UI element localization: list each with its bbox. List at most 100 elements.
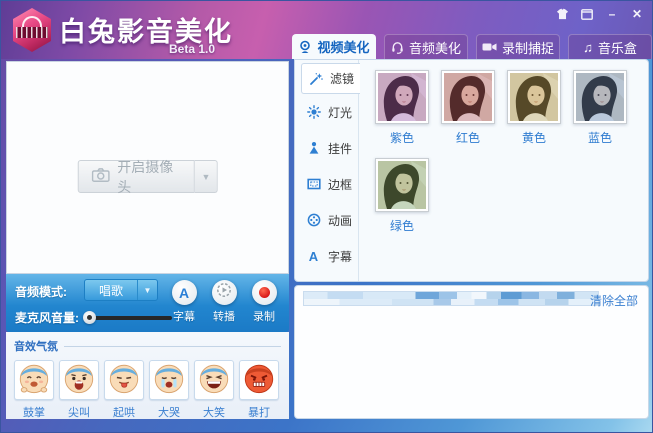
tab-audio-beautify[interactable]: 音频美化 xyxy=(384,34,468,59)
frame-icon xyxy=(306,177,321,191)
menu-item-frame[interactable]: 边框 xyxy=(295,166,358,202)
audio-mode-label: 音频模式: xyxy=(15,283,67,300)
audio-mode-value: 唱歌 xyxy=(85,280,137,300)
laugh-face-icon xyxy=(197,361,231,400)
filter-item-purple[interactable]: 紫色 xyxy=(375,70,429,146)
portrait-thumbnail xyxy=(510,73,558,121)
sfx-clap-button[interactable] xyxy=(14,360,54,400)
menu-item-lighting[interactable]: 灯光 xyxy=(295,94,358,130)
menu-item-label: 挂件 xyxy=(328,140,352,157)
tab-label: 视频美化 xyxy=(317,37,369,56)
headset-icon xyxy=(391,41,404,54)
skin-icon[interactable] xyxy=(555,7,569,21)
main-tabs: 视频美化 音频美化 录制捕捉 ♫ 音乐盒 xyxy=(292,34,652,59)
subtitle-a-icon: A xyxy=(179,285,189,301)
chevron-down-icon: ▼ xyxy=(137,280,157,300)
clear-all-link[interactable]: 清除全部 xyxy=(590,292,638,309)
menu-item-label: 边框 xyxy=(328,176,352,193)
tab-video-beautify[interactable]: 视频美化 xyxy=(292,34,376,59)
slider-knob[interactable] xyxy=(83,311,96,324)
video-beautify-panel: 滤镜 灯光 挂件 边框 xyxy=(294,59,649,282)
webcam-icon xyxy=(298,40,312,54)
menu-item-label: 滤镜 xyxy=(330,70,354,87)
version-label: Beta 1.0 xyxy=(169,42,215,56)
relay-button-label: 转播 xyxy=(213,308,235,324)
sfx-label: 尖叫 xyxy=(68,404,90,420)
sfx-beat-button[interactable] xyxy=(239,360,279,400)
app-logo-icon xyxy=(13,8,51,52)
filter-tint-overlay xyxy=(444,73,492,121)
portrait-thumbnail xyxy=(576,73,624,121)
clap-face-icon xyxy=(17,361,51,400)
camcorder-icon xyxy=(482,41,497,53)
restore-icon[interactable] xyxy=(580,7,594,21)
subtitle-button-label: 字幕 xyxy=(173,308,195,324)
divider xyxy=(64,346,281,347)
menu-item-label: 灯光 xyxy=(328,104,352,121)
portrait-thumbnail xyxy=(378,161,426,209)
close-icon[interactable]: ✕ xyxy=(630,7,644,21)
clip-panel: 清除全部 xyxy=(294,285,649,419)
record-button[interactable] xyxy=(252,280,277,305)
filter-label: 紫色 xyxy=(375,129,429,146)
sound-effects-title: 音效气氛 xyxy=(14,338,58,354)
music-note-icon: ♫ xyxy=(583,40,593,55)
menu-item-label: 动画 xyxy=(328,212,352,229)
audio-action-buttons: A 字幕 转播 录制 xyxy=(169,280,279,324)
camera-preview: 开启摄像头 ▼ xyxy=(6,61,289,274)
filter-label: 黄色 xyxy=(507,129,561,146)
menu-item-pendant[interactable]: 挂件 xyxy=(295,130,358,166)
menu-item-animation[interactable]: 动画 xyxy=(295,202,358,238)
filter-label: 绿色 xyxy=(375,217,429,234)
relay-play-icon xyxy=(216,282,232,303)
menu-item-label: 字幕 xyxy=(328,248,352,265)
filter-item-green[interactable]: 绿色 xyxy=(375,158,429,234)
start-camera-button[interactable]: 开启摄像头 xyxy=(77,160,195,193)
sfx-cry-button[interactable] xyxy=(149,360,189,400)
effect-menu: 滤镜 灯光 挂件 边框 xyxy=(295,60,359,281)
camera-icon xyxy=(91,168,109,185)
sfx-laugh-button[interactable] xyxy=(194,360,234,400)
reel-icon xyxy=(306,213,321,227)
camera-dropdown-button[interactable]: ▼ xyxy=(195,160,218,193)
audio-control-bar: 音频模式: 唱歌 ▼ 麦克风音量: A 字幕 转播 xyxy=(6,274,289,332)
pendant-icon xyxy=(306,141,321,155)
menu-item-subtitles[interactable]: A 字幕 xyxy=(295,238,358,274)
filter-grid: 紫色 红色 黄色 蓝色 xyxy=(375,70,647,234)
mic-volume-slider[interactable] xyxy=(86,316,172,320)
jeer-face-icon xyxy=(107,361,141,400)
record-button-label: 录制 xyxy=(253,308,275,324)
minimize-icon[interactable]: – xyxy=(605,7,619,21)
relay-button[interactable] xyxy=(212,280,237,305)
angry-face-icon xyxy=(242,361,276,400)
portrait-thumbnail xyxy=(378,73,426,121)
sfx-scream-button[interactable] xyxy=(59,360,99,400)
tab-music-box[interactable]: ♫ 音乐盒 xyxy=(568,34,652,59)
audio-mode-select[interactable]: 唱歌 ▼ xyxy=(84,279,158,301)
filter-tint-overlay xyxy=(378,161,426,209)
filter-item-blue[interactable]: 蓝色 xyxy=(573,70,627,146)
menu-item-filters[interactable]: 滤镜 xyxy=(301,63,360,94)
filter-item-yellow[interactable]: 黄色 xyxy=(507,70,561,146)
tab-record-capture[interactable]: 录制捕捉 xyxy=(476,34,560,59)
tab-label: 录制捕捉 xyxy=(502,38,554,57)
tab-label: 音乐盒 xyxy=(598,38,637,57)
filter-tint-overlay xyxy=(510,73,558,121)
sound-effects-panel: 音效气氛 鼓掌 尖叫 xyxy=(6,332,289,419)
scream-face-icon xyxy=(62,361,96,400)
filter-item-red[interactable]: 红色 xyxy=(441,70,495,146)
subtitle-button[interactable]: A xyxy=(172,280,197,305)
subtitle-a-icon: A xyxy=(306,249,321,264)
start-camera-label: 开启摄像头 xyxy=(117,157,181,197)
chevron-down-icon: ▼ xyxy=(202,172,211,182)
sound-effects-row: 鼓掌 尖叫 起哄 xyxy=(14,360,281,420)
filter-label: 蓝色 xyxy=(573,129,627,146)
sfx-jeer-button[interactable] xyxy=(104,360,144,400)
sfx-label: 鼓掌 xyxy=(23,404,45,420)
clip-timeline[interactable] xyxy=(303,291,599,306)
filter-tint-overlay xyxy=(378,73,426,121)
app-window: 白兔影音美化 Beta 1.0 – ✕ 视频美化 音频美化 xyxy=(0,0,653,433)
wand-icon xyxy=(308,72,323,86)
cry-face-icon xyxy=(152,361,186,400)
tab-label: 音频美化 xyxy=(409,38,461,57)
